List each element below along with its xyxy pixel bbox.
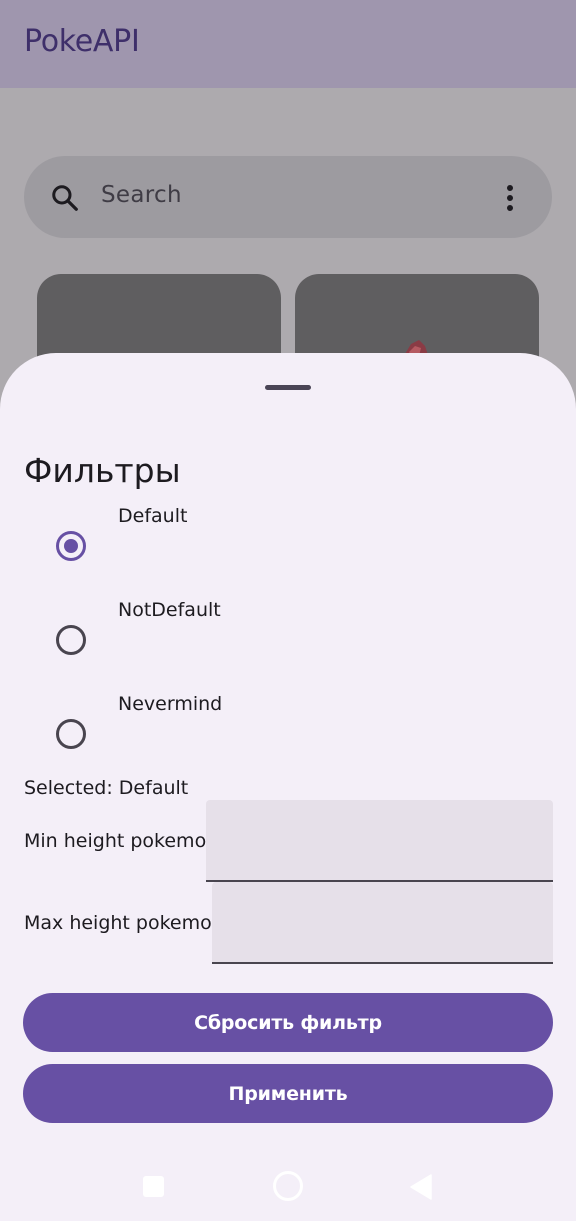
radio-option-nevermind[interactable]: Nevermind xyxy=(0,692,576,782)
square-nav-icon[interactable] xyxy=(143,1176,164,1197)
radio-button-checked[interactable] xyxy=(56,531,86,561)
triangle-back-icon[interactable] xyxy=(410,1174,432,1200)
min-height-label: Min height pokemon xyxy=(24,830,219,852)
max-height-input[interactable] xyxy=(212,882,553,964)
top-app-bar: PokeAPI xyxy=(0,0,576,88)
max-height-label: Max height pokemon xyxy=(24,912,224,934)
radio-label: NotDefault xyxy=(118,599,221,621)
radio-option-default[interactable]: Default xyxy=(0,504,576,594)
radio-button[interactable] xyxy=(56,719,86,749)
drag-handle[interactable] xyxy=(265,385,311,390)
selected-option-text: Selected: Default xyxy=(24,777,189,799)
search-icon[interactable] xyxy=(50,183,80,213)
radio-label: Nevermind xyxy=(118,693,223,715)
circle-nav-icon[interactable] xyxy=(273,1171,303,1201)
more-vert-icon[interactable] xyxy=(498,183,522,213)
search-placeholder[interactable]: Search xyxy=(101,182,182,208)
apply-button[interactable]: Применить xyxy=(23,1064,553,1123)
search-bar[interactable]: Search xyxy=(24,156,552,238)
min-height-input[interactable] xyxy=(206,800,553,882)
radio-button[interactable] xyxy=(56,625,86,655)
filter-bottom-sheet: Фильтры Default NotDefault Nevermind Sel… xyxy=(0,353,576,1221)
app-title: PokeAPI xyxy=(24,24,140,59)
sheet-title: Фильтры xyxy=(24,451,181,490)
radio-option-notdefault[interactable]: NotDefault xyxy=(0,598,576,688)
radio-label: Default xyxy=(118,505,188,527)
reset-filter-button[interactable]: Сбросить фильтр xyxy=(23,993,553,1052)
